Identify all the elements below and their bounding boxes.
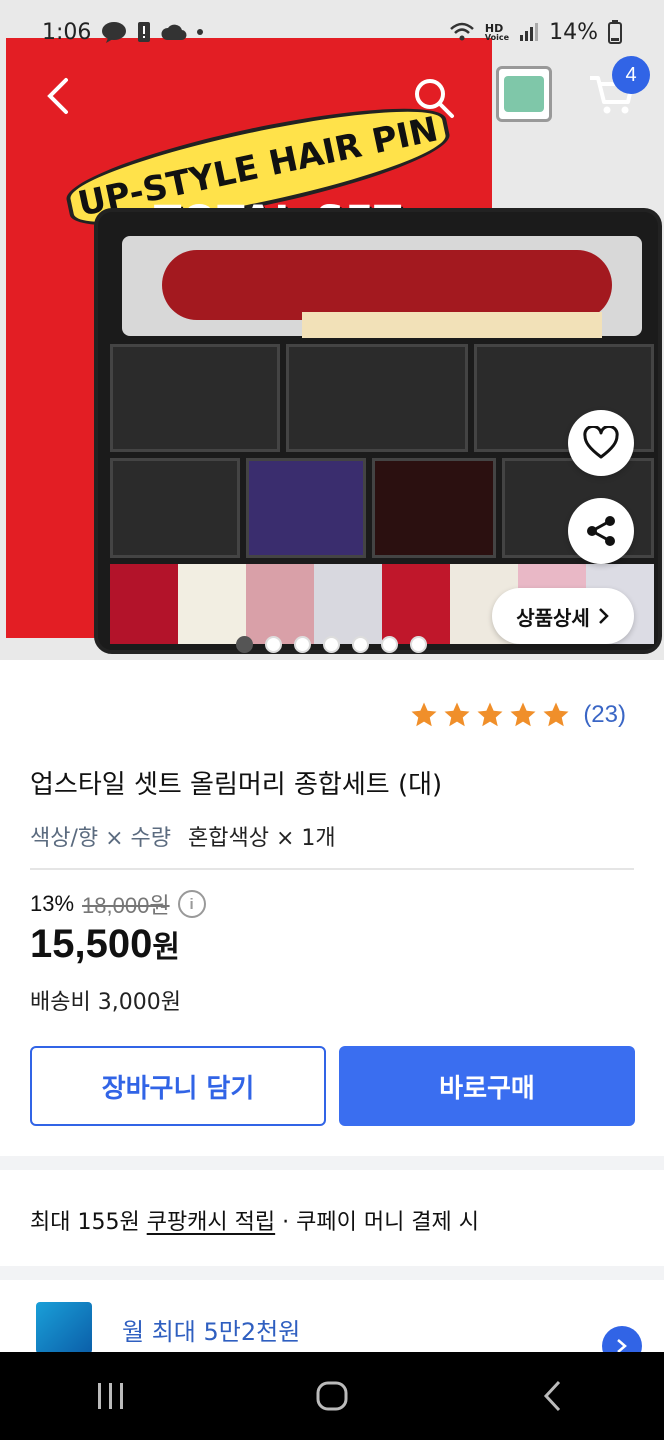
battery-level: 14% xyxy=(549,19,598,45)
search-button[interactable] xyxy=(410,74,458,122)
sale-price: 15,500원 xyxy=(30,922,180,967)
signal-icon xyxy=(520,23,539,41)
pagination-dot[interactable] xyxy=(323,636,340,653)
alert-icon xyxy=(138,22,151,42)
heart-icon xyxy=(583,426,619,459)
talk-icon xyxy=(102,22,127,43)
cash-reward-info: 최대 155원 쿠팡캐시 적립 · 쿠페이 머니 결제 시 xyxy=(30,1204,479,1236)
product-image[interactable]: UP-STYLE HAIR PIN TOTAL SET xyxy=(0,0,664,660)
cash-link[interactable]: 쿠팡캐시 적립 xyxy=(147,1210,275,1235)
share-icon xyxy=(587,516,615,546)
status-time: 1:06 xyxy=(42,19,92,45)
pagination-dot[interactable] xyxy=(265,636,282,653)
discount-row: 13% 18,000원 i xyxy=(30,888,206,920)
product-detail-button[interactable]: 상품상세 xyxy=(492,588,634,644)
search-icon xyxy=(415,79,454,118)
image-pagination xyxy=(236,636,427,653)
cart-count-badge: 4 xyxy=(612,56,650,94)
recent-apps-button[interactable] xyxy=(81,1371,141,1421)
star-icon xyxy=(444,702,470,727)
back-button[interactable] xyxy=(40,74,80,118)
home-button[interactable] xyxy=(302,1371,362,1421)
selected-option[interactable]: 색상/향 × 수량 혼합색상 × 1개 xyxy=(30,820,336,852)
share-button[interactable] xyxy=(568,498,634,564)
star-icon xyxy=(477,702,503,727)
pagination-dot[interactable] xyxy=(294,636,311,653)
chevron-left-icon xyxy=(47,78,68,114)
star-icon xyxy=(411,702,437,727)
system-back-button[interactable] xyxy=(523,1371,583,1421)
pagination-dot[interactable] xyxy=(410,636,427,653)
cash-prefix: 최대 155원 xyxy=(30,1210,147,1235)
comb-compartment xyxy=(122,236,642,338)
network-type: HD xyxy=(484,21,504,35)
notification-dot xyxy=(197,29,204,35)
info-icon[interactable]: i xyxy=(177,890,206,918)
buy-now-button[interactable]: 바로구매 xyxy=(339,1046,635,1126)
pagination-dot[interactable] xyxy=(352,636,369,653)
option-value: 혼합색상 × 1개 xyxy=(188,826,336,851)
brush xyxy=(162,250,612,320)
price-value: 15,500 xyxy=(30,922,153,966)
pin-compartment xyxy=(110,344,280,452)
cloud-icon xyxy=(161,24,187,41)
section-separator xyxy=(0,1156,664,1170)
wifi-icon xyxy=(450,22,474,41)
shipping-fee: 배송비 3,000원 xyxy=(30,990,181,1015)
add-to-cart-button[interactable]: 장바구니 담기 xyxy=(30,1046,326,1126)
rating[interactable]: (23) xyxy=(409,700,626,730)
option-key: 색상/향 × 수량 xyxy=(30,826,172,851)
cash-suffix: · 쿠페이 머니 결제 시 xyxy=(275,1210,480,1235)
back-icon xyxy=(544,1380,561,1412)
status-bar: 1:06 HD Voice 14% xyxy=(0,0,664,64)
wishlist-button[interactable] xyxy=(568,410,634,476)
original-price: 18,000원 xyxy=(82,893,170,918)
pin-compartment xyxy=(246,458,366,558)
product-title: 업스타일 셋트 올림머리 종합세트 (대) xyxy=(30,770,443,800)
review-count[interactable]: (23) xyxy=(583,701,626,729)
comb xyxy=(302,312,602,338)
star-icon xyxy=(543,702,569,727)
product-detail-label: 상품상세 xyxy=(516,605,590,630)
section-separator xyxy=(0,1266,664,1280)
network-sub: Voice xyxy=(484,32,510,42)
divider xyxy=(30,868,634,870)
pagination-dot[interactable] xyxy=(236,636,253,653)
clip-compartment xyxy=(372,458,496,558)
pin-compartment xyxy=(110,458,240,558)
chevron-right-icon xyxy=(598,608,609,624)
recent-apps-icon xyxy=(97,1383,123,1409)
thumbnail-image xyxy=(504,76,544,112)
rating-stars xyxy=(409,700,571,730)
battery-icon xyxy=(608,20,622,44)
pagination-dot[interactable] xyxy=(381,636,398,653)
recent-product-thumbnail[interactable] xyxy=(496,66,552,122)
pin-compartment xyxy=(286,344,468,452)
promo-text[interactable]: 월 최대 5만2천원 xyxy=(122,1312,300,1347)
home-icon xyxy=(316,1381,348,1411)
card-icon xyxy=(36,1302,92,1354)
price-unit: 원 xyxy=(152,931,180,964)
star-icon xyxy=(510,702,536,727)
discount-rate: 13% xyxy=(30,891,75,916)
system-navigation-bar xyxy=(0,1352,664,1440)
